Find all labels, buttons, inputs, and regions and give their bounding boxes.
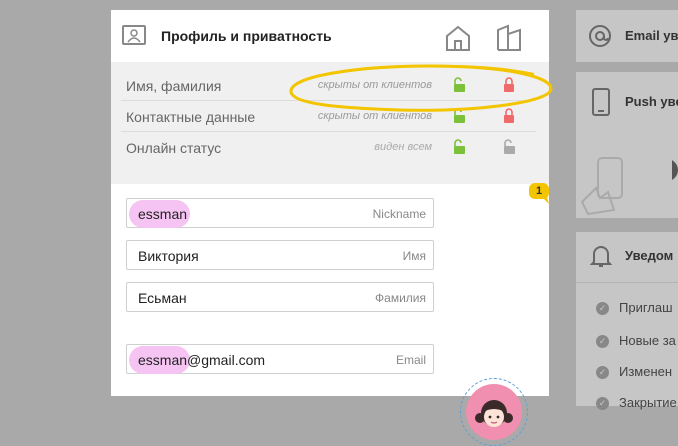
email-notifications-panel[interactable]: Email уве [576, 10, 678, 62]
notification-item-label: Закрытие [619, 395, 677, 410]
first-name-placeholder: Имя [402, 249, 426, 263]
locked-red-icon[interactable] [501, 108, 517, 124]
check-circle-icon: ✓ [596, 335, 609, 349]
privacy-row-value: скрыты от клиентов [317, 79, 432, 91]
first-name-field[interactable]: Виктория Имя [126, 240, 434, 270]
card-header: Профиль и приватность [111, 10, 549, 62]
notifications-panel[interactable]: Уведом ✓ Приглаш ✓ Новые за ✓ Изменен ✓ Закр… [576, 232, 678, 411]
phone-icon [592, 88, 610, 116]
check-circle-icon: ✓ [596, 366, 609, 380]
privacy-row-label: Имя, фамилия [126, 78, 222, 94]
profile-privacy-card: Профиль и приватность Имя, фамилия скрыт… [111, 10, 553, 446]
notification-item[interactable]: ✓ Приглаш [596, 300, 673, 316]
last-name-field[interactable]: Есьман Фамилия [126, 282, 434, 312]
last-name-value: Есьман [138, 290, 187, 306]
bell-icon [590, 246, 612, 267]
last-name-placeholder: Фамилия [375, 291, 426, 305]
girl-avatar-icon [466, 384, 522, 440]
hand-phone-illustration-icon [580, 157, 623, 216]
privacy-row-online-status: Онлайн статус виден всем [121, 132, 536, 162]
privacy-row-label: Онлайн статус [126, 140, 222, 156]
notification-item-label: Приглаш [619, 300, 673, 315]
shield-icon [672, 160, 678, 180]
card-title: Профиль и приватность [161, 28, 332, 44]
unlocked-green-icon[interactable] [451, 108, 467, 124]
badge-count: 1 [536, 185, 543, 197]
office-building-icon[interactable] [495, 24, 523, 52]
notification-item[interactable]: ✓ Изменен [596, 364, 673, 380]
notifications-panel-title: Уведом [625, 248, 674, 263]
push-panel-title: Push уве [625, 94, 678, 109]
notification-item[interactable]: ✓ Новые за [596, 333, 676, 349]
check-circle-icon: ✓ [596, 302, 609, 316]
profile-fields: essman Nickname Виктория Имя Есьман Фами… [111, 184, 549, 446]
unlocked-green-icon[interactable] [451, 139, 467, 155]
notification-item[interactable]: ✓ Закрытие [596, 395, 677, 411]
nickname-placeholder: Nickname [372, 207, 426, 221]
unlocked-gray-icon[interactable] [501, 139, 517, 155]
email-value: essman@gmail.com [138, 352, 266, 368]
privacy-row-value: скрыты от клиентов [317, 110, 432, 122]
unlocked-green-icon[interactable] [451, 77, 467, 93]
notification-item-label: Новые за [619, 333, 676, 348]
notification-item-label: Изменен [619, 364, 673, 379]
push-notifications-panel[interactable]: Push уве [576, 72, 678, 218]
avatar[interactable] [460, 378, 528, 446]
privacy-row-value: виден всем [374, 141, 432, 153]
privacy-row-contacts: Контактные данные скрыты от клиентов [121, 101, 536, 132]
divider [576, 282, 678, 283]
email-panel-title: Email уве [625, 28, 678, 43]
home-icon[interactable] [444, 24, 472, 52]
at-sign-icon [589, 25, 611, 47]
privacy-row-label: Контактные данные [126, 109, 256, 125]
check-circle-icon: ✓ [596, 397, 609, 411]
nickname-value: essman [138, 206, 188, 222]
privacy-settings: Имя, фамилия скрыты от клиентов Контактн… [111, 62, 549, 184]
locked-red-icon[interactable] [501, 77, 517, 93]
email-placeholder: Email [395, 353, 426, 367]
privacy-row-name: Имя, фамилия скрыты от клиентов [121, 70, 536, 101]
profile-icon [122, 25, 146, 45]
email-field[interactable]: essman@gmail.com Email [126, 344, 434, 374]
nickname-field[interactable]: essman Nickname [126, 198, 434, 228]
first-name-value: Виктория [138, 248, 199, 264]
